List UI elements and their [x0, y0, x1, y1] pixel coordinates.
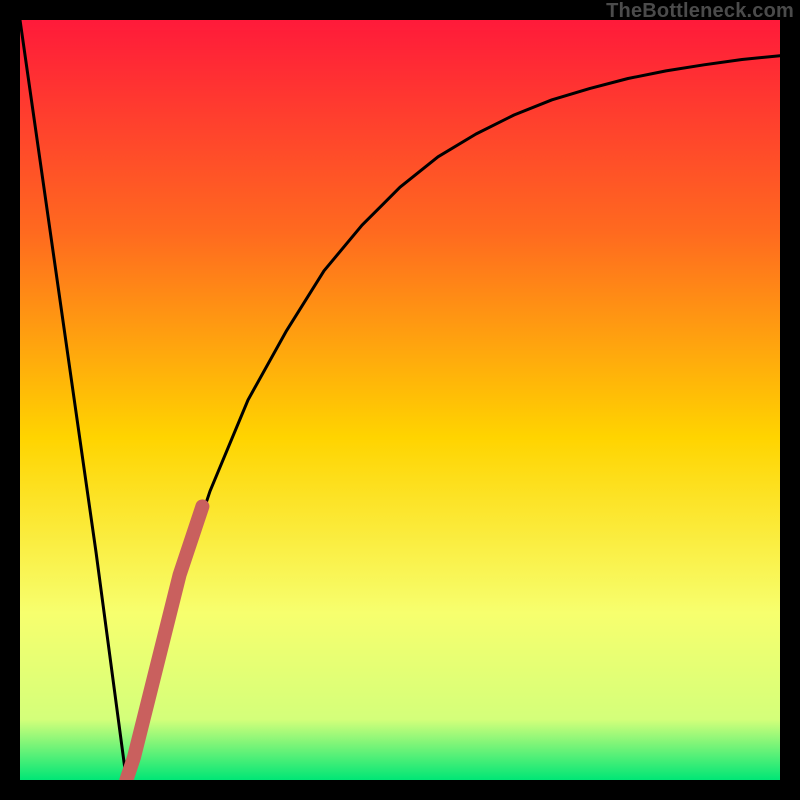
gradient-background [20, 20, 780, 780]
plot-area [20, 20, 780, 780]
chart-frame: TheBottleneck.com [0, 0, 800, 800]
watermark-text: TheBottleneck.com [606, 0, 794, 23]
